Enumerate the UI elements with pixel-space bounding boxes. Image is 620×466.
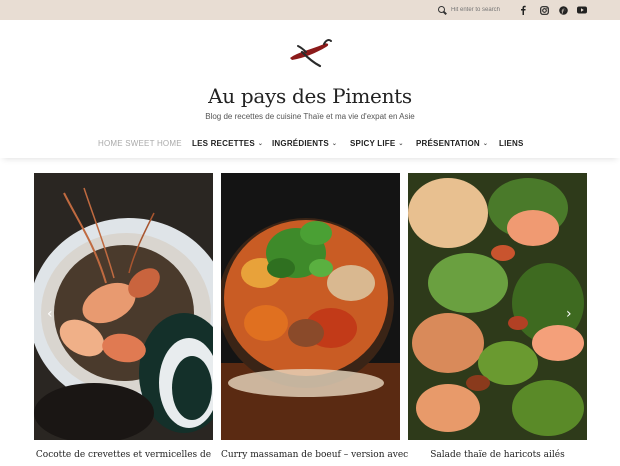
youtube-icon[interactable] [576,4,588,16]
chevron-down-icon: ⌄ [257,141,264,147]
search-icon[interactable] [438,5,447,15]
chevron-down-icon: ⌄ [331,141,338,147]
search-form[interactable] [438,4,521,16]
post-card-title[interactable]: Curry massaman de boeuf – version avec [221,450,408,460]
slider-next-arrow[interactable]: › [566,306,572,322]
nav-item-recettes[interactable]: LES RECETTES ⌄ [192,139,263,148]
site-logo[interactable] [284,36,334,75]
instagram-icon[interactable] [538,4,550,16]
top-bar [0,0,620,20]
post-card-title[interactable]: Salade thaïe de haricots ailés [408,450,587,460]
nav-item-ingredients[interactable]: INGRÉDIENTS ⌄ [272,139,337,148]
nav-item-presentation[interactable]: PRÉSENTATION ⌄ [416,139,488,148]
nav-item-spicy-life[interactable]: SPICY LIFE ⌄ [350,139,404,148]
nav-item-home[interactable]: HOME SWEET HOME [98,139,182,148]
post-card-image[interactable] [34,173,213,440]
post-card-title[interactable]: Cocotte de crevettes et vermicelles de [34,450,213,460]
site-tagline: Blog de recettes de cuisine Thaïe et ma … [205,112,415,121]
slider-prev-arrow[interactable]: ‹ [47,306,53,322]
post-card-image[interactable] [221,173,400,440]
chevron-down-icon: ⌄ [398,141,404,147]
chevron-down-icon: ⌄ [482,141,489,147]
search-input[interactable] [451,7,521,13]
pinterest-icon[interactable] [557,4,569,16]
nav-item-liens[interactable]: LIENS [499,139,524,148]
facebook-icon[interactable] [517,4,529,16]
main-navigation: HOME SWEET HOME LES RECETTES ⌄ INGRÉDIENT… [0,128,620,158]
site-title[interactable]: Au pays des Piments [0,84,620,108]
post-card-image[interactable] [408,173,587,440]
